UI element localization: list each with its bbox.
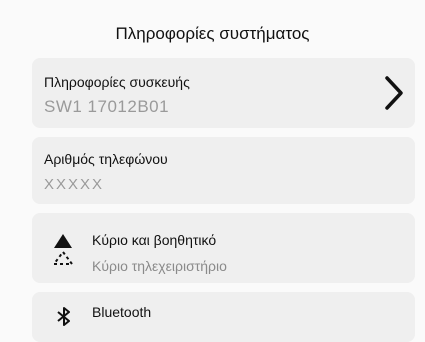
remote-row[interactable]: Κύριο και βοηθητικό Κύριο τηλεχειριστήρι… (32, 213, 415, 283)
bluetooth-row[interactable]: Bluetooth (32, 292, 415, 342)
chevron-right-icon (385, 76, 403, 110)
remote-subtitle: Κύριο τηλεχειριστήριο (92, 258, 227, 274)
device-info-value: SW1 17012B01 (44, 97, 170, 116)
phone-number-row[interactable]: Αριθμός τηλεφώνου XXXXX (32, 137, 415, 204)
bluetooth-label: Bluetooth (92, 304, 152, 320)
page-title: Πληροφορίες συστήματος (115, 24, 310, 43)
remote-label: Κύριο και βοηθητικό (92, 232, 217, 248)
device-info-label: Πληροφορίες συσκευής (44, 74, 190, 90)
remote-primary-secondary-icon (52, 234, 74, 265)
phone-number-label: Αριθμός τηλεφώνου (44, 151, 168, 167)
device-info-row[interactable]: Πληροφορίες συσκευής SW1 17012B01 (32, 58, 415, 128)
phone-number-value: XXXXX (44, 176, 105, 193)
bluetooth-icon (57, 307, 70, 326)
